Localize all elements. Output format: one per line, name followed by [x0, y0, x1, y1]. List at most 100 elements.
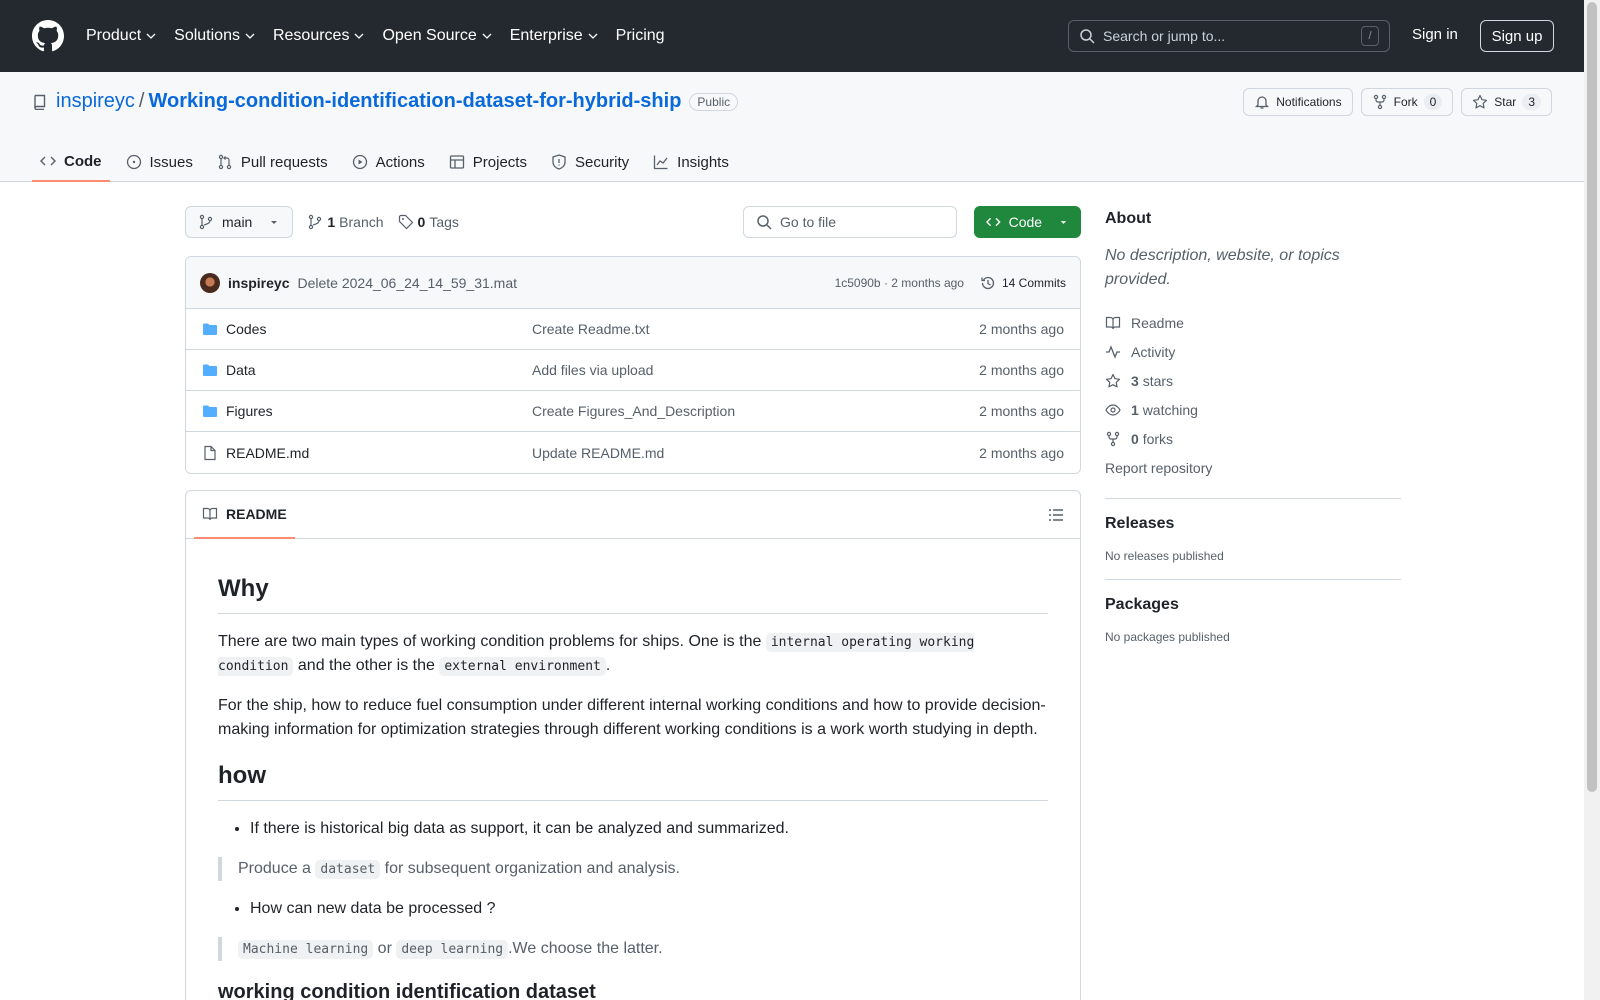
- scrollbar-thumb[interactable]: [1587, 2, 1597, 792]
- nav-resources[interactable]: Resources: [273, 27, 364, 45]
- file-name-link[interactable]: Figures: [202, 403, 532, 419]
- nav-product[interactable]: Product: [86, 27, 156, 45]
- file-toolbar: main 1 Branch 0 Tags Go to file Code: [185, 206, 1081, 238]
- notifications-button[interactable]: Notifications: [1243, 88, 1353, 116]
- repo-name-link[interactable]: Working-condition-identification-dataset…: [148, 90, 681, 113]
- inline-code: deep learning: [396, 940, 509, 959]
- tab-projects-label: Projects: [472, 153, 527, 171]
- sidebar-forks-link[interactable]: 0 forks: [1105, 424, 1401, 453]
- graph-icon: [654, 155, 668, 170]
- table-row[interactable]: README.md Update README.md 2 months ago: [186, 432, 1080, 473]
- commits-history-link[interactable]: 14 Commits: [980, 275, 1066, 291]
- sidebar-watching-link[interactable]: 1 watching: [1105, 395, 1401, 424]
- sidebar-activity-link[interactable]: Activity: [1105, 337, 1401, 366]
- file-commit-date: 2 months ago: [979, 362, 1064, 378]
- tab-pull-requests[interactable]: Pull requests: [209, 142, 336, 182]
- report-repository-link[interactable]: Report repository: [1105, 453, 1401, 482]
- list-item: If there is historical big data as suppo…: [250, 817, 1048, 841]
- sidebar-stars-link[interactable]: 3 stars: [1105, 366, 1401, 395]
- readme-tab[interactable]: README: [194, 491, 295, 539]
- star-button[interactable]: Star 3: [1461, 88, 1552, 116]
- star-icon: [1473, 94, 1488, 109]
- file-browser: inspireyc Delete 2024_06_24_14_59_31.mat…: [185, 256, 1081, 474]
- avatar[interactable]: [200, 272, 220, 293]
- nav-open-source[interactable]: Open Source: [382, 27, 492, 45]
- tab-security[interactable]: Security: [543, 142, 637, 182]
- tab-code[interactable]: Code: [32, 142, 110, 182]
- tag-icon: [398, 214, 413, 230]
- nav-solutions[interactable]: Solutions: [174, 27, 255, 45]
- tab-insights-label: Insights: [677, 153, 729, 171]
- file-commit-message[interactable]: Update README.md: [532, 445, 664, 461]
- file-commit-message[interactable]: Create Readme.txt: [532, 321, 650, 337]
- readme-heading-why: Why: [218, 571, 1048, 614]
- search-input[interactable]: Search or jump to... /: [1068, 20, 1390, 52]
- fork-button[interactable]: Fork 0: [1360, 88, 1454, 116]
- page-scrollbar[interactable]: [1584, 0, 1600, 1000]
- code-button-label: Code: [1008, 214, 1043, 230]
- text-segment: and the other is the: [293, 657, 440, 674]
- file-commit-message[interactable]: Create Figures_And_Description: [532, 403, 735, 419]
- tab-issues[interactable]: Issues: [118, 142, 201, 182]
- nav-open-source-label: Open Source: [382, 27, 477, 44]
- sign-up-button[interactable]: Sign up: [1480, 20, 1554, 52]
- tab-insights[interactable]: Insights: [645, 142, 737, 182]
- nav-enterprise[interactable]: Enterprise: [510, 27, 598, 45]
- file-name-link[interactable]: Codes: [202, 321, 532, 337]
- table-row[interactable]: Data Add files via upload 2 months ago: [186, 350, 1080, 391]
- repo-sidebar: About No description, website, or topics…: [1105, 210, 1401, 644]
- tab-security-label: Security: [574, 153, 630, 171]
- sidebar-divider: [1105, 579, 1401, 580]
- bell-icon: [1255, 96, 1270, 109]
- git-pull-request-icon: [218, 154, 232, 170]
- file-name-link[interactable]: Data: [202, 362, 532, 378]
- releases-heading[interactable]: Releases: [1105, 515, 1401, 533]
- folder-icon: [203, 405, 217, 417]
- list-item: How can new data be processed ?: [250, 897, 1048, 921]
- repo-owner-link[interactable]: inspireyc: [56, 90, 135, 113]
- notifications-label: Notifications: [1276, 95, 1342, 109]
- file-commit-message[interactable]: Add files via upload: [532, 362, 653, 378]
- book-icon: [1105, 316, 1121, 329]
- tab-projects[interactable]: Projects: [441, 142, 535, 182]
- readme-list: If there is historical big data as suppo…: [218, 817, 1048, 841]
- visibility-badge: Public: [689, 92, 739, 111]
- commit-hash-and-time[interactable]: 1c5090b · 2 months ago: [835, 276, 964, 290]
- tab-actions-label: Actions: [375, 153, 425, 171]
- readme-heading-how: how: [218, 758, 1048, 801]
- nav-pricing[interactable]: Pricing: [616, 27, 665, 45]
- go-to-file-placeholder: Go to file: [780, 214, 837, 230]
- tags-link[interactable]: 0 Tags: [398, 214, 459, 230]
- star-label: Star: [1494, 95, 1517, 109]
- code-dropdown-button[interactable]: Code: [974, 206, 1081, 238]
- table-icon: [449, 155, 464, 169]
- commit-author-link[interactable]: inspireyc: [228, 275, 289, 291]
- table-row[interactable]: Figures Create Figures_And_Description 2…: [186, 391, 1080, 432]
- repository-header: inspireyc / Working-condition-identifica…: [0, 72, 1584, 182]
- sign-in-link[interactable]: Sign in: [1412, 26, 1458, 43]
- forks-count: 0: [1131, 430, 1139, 447]
- fork-icon: [1373, 94, 1386, 110]
- code-icon: [986, 217, 1001, 227]
- text-segment: or: [373, 940, 397, 957]
- triangle-down-icon: [1060, 221, 1067, 224]
- tab-actions[interactable]: Actions: [344, 142, 433, 182]
- file-name-link[interactable]: README.md: [202, 445, 532, 461]
- folder-icon: [203, 323, 217, 335]
- github-logo-icon[interactable]: [32, 20, 64, 52]
- list-unordered-icon[interactable]: [1048, 507, 1064, 523]
- commit-message-link[interactable]: Delete 2024_06_24_14_59_31.mat: [297, 275, 517, 291]
- readme-blockquote: Machine learning or deep learning .We cho…: [218, 937, 1048, 961]
- branches-count: 1: [327, 214, 336, 230]
- go-to-file-input[interactable]: Go to file: [743, 206, 957, 238]
- text-segment: for subsequent organization and analysis…: [380, 860, 680, 877]
- branches-link[interactable]: 1 Branch: [307, 214, 384, 230]
- table-row[interactable]: Codes Create Readme.txt 2 months ago: [186, 309, 1080, 350]
- branch-selector[interactable]: main: [185, 206, 294, 238]
- file-name: Data: [226, 362, 256, 378]
- sidebar-readme-link[interactable]: Readme: [1105, 308, 1401, 337]
- global-header: Product Solutions Resources Open Source …: [0, 0, 1584, 72]
- search-shortcut-hint: /: [1361, 26, 1379, 46]
- pulse-icon: [1106, 344, 1120, 359]
- packages-heading[interactable]: Packages: [1105, 596, 1401, 614]
